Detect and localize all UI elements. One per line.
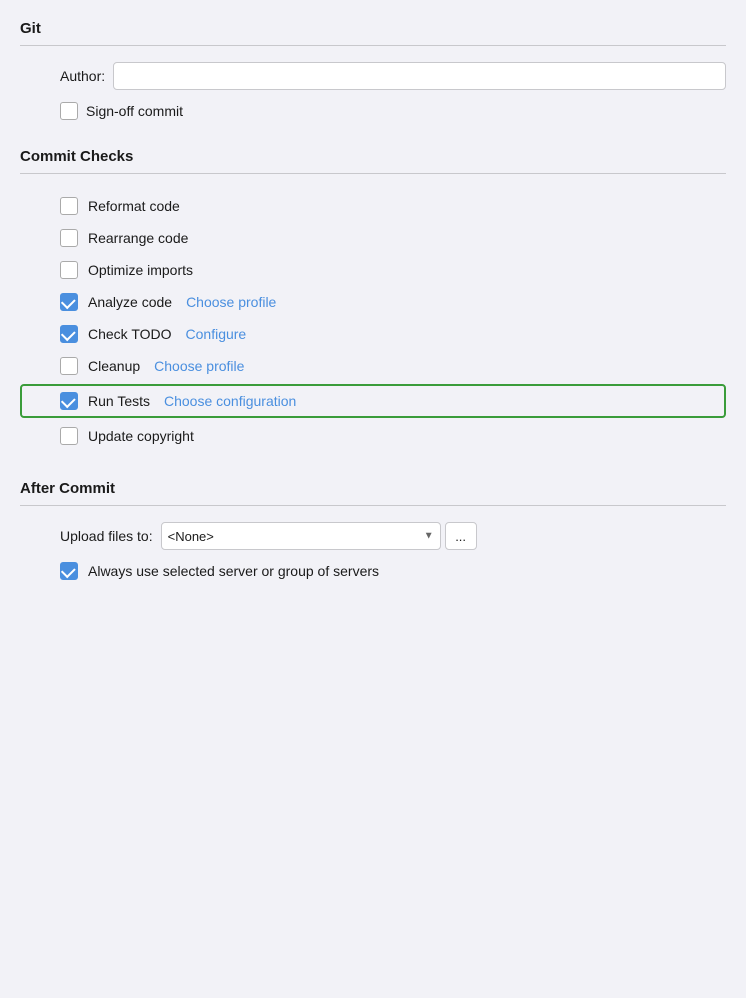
commit-checks-divider [20, 173, 726, 174]
upload-select-wrapper: <None> ▼ ... [161, 522, 477, 550]
commit-checks-title: Commit Checks [20, 148, 726, 165]
check-item-todo: Check TODO Configure [20, 318, 726, 350]
after-commit-title: After Commit [20, 480, 726, 497]
commit-checks-section: Commit Checks Reformat code Rearrange co… [20, 148, 726, 452]
signoff-checkbox[interactable] [60, 102, 78, 120]
author-input[interactable] [113, 62, 726, 90]
reformat-checkbox[interactable] [60, 197, 78, 215]
rearrange-checkbox[interactable] [60, 229, 78, 247]
reformat-label: Reformat code [88, 198, 180, 214]
cleanup-checkbox[interactable] [60, 357, 78, 375]
cleanup-choose-profile-link[interactable]: Choose profile [154, 358, 244, 374]
upload-label: Upload files to: [60, 528, 153, 544]
runtests-checkbox[interactable] [60, 392, 78, 410]
after-commit-divider [20, 505, 726, 506]
check-item-runtests: Run Tests Choose configuration [20, 384, 726, 418]
rearrange-label: Rearrange code [88, 230, 188, 246]
cleanup-label: Cleanup [88, 358, 140, 374]
signoff-row: Sign-off commit [20, 102, 726, 120]
check-item-rearrange: Rearrange code [20, 222, 726, 254]
analyze-label: Analyze code [88, 294, 172, 310]
always-use-checkbox[interactable] [60, 562, 78, 580]
copyright-checkbox[interactable] [60, 427, 78, 445]
check-item-cleanup: Cleanup Choose profile [20, 350, 726, 382]
check-item-copyright: Update copyright [20, 420, 726, 452]
todo-configure-link[interactable]: Configure [186, 326, 247, 342]
signoff-label: Sign-off commit [86, 103, 183, 119]
runtests-choose-configuration-link[interactable]: Choose configuration [164, 393, 296, 409]
upload-row: Upload files to: <None> ▼ ... [20, 522, 726, 550]
todo-checkbox[interactable] [60, 325, 78, 343]
runtests-label: Run Tests [88, 393, 150, 409]
git-section-title: Git [20, 20, 726, 37]
git-divider [20, 45, 726, 46]
check-item-optimize: Optimize imports [20, 254, 726, 286]
optimize-label: Optimize imports [88, 262, 193, 278]
analyze-checkbox[interactable] [60, 293, 78, 311]
upload-select-container: <None> ▼ [161, 522, 441, 550]
always-use-row: Always use selected server or group of s… [20, 562, 726, 580]
author-label: Author: [60, 68, 105, 84]
copyright-label: Update copyright [88, 428, 194, 444]
upload-select[interactable]: <None> [161, 522, 441, 550]
after-commit-section: After Commit Upload files to: <None> ▼ .… [20, 480, 726, 580]
page-container: Git Author: Sign-off commit Commit Check… [0, 0, 746, 998]
git-section: Git Author: Sign-off commit [20, 20, 726, 120]
todo-label: Check TODO [88, 326, 172, 342]
analyze-choose-profile-link[interactable]: Choose profile [186, 294, 276, 310]
author-row: Author: [20, 62, 726, 90]
always-use-label: Always use selected server or group of s… [88, 563, 379, 579]
check-item-reformat: Reformat code [20, 190, 726, 222]
check-item-analyze: Analyze code Choose profile [20, 286, 726, 318]
optimize-checkbox[interactable] [60, 261, 78, 279]
browse-button[interactable]: ... [445, 522, 477, 550]
